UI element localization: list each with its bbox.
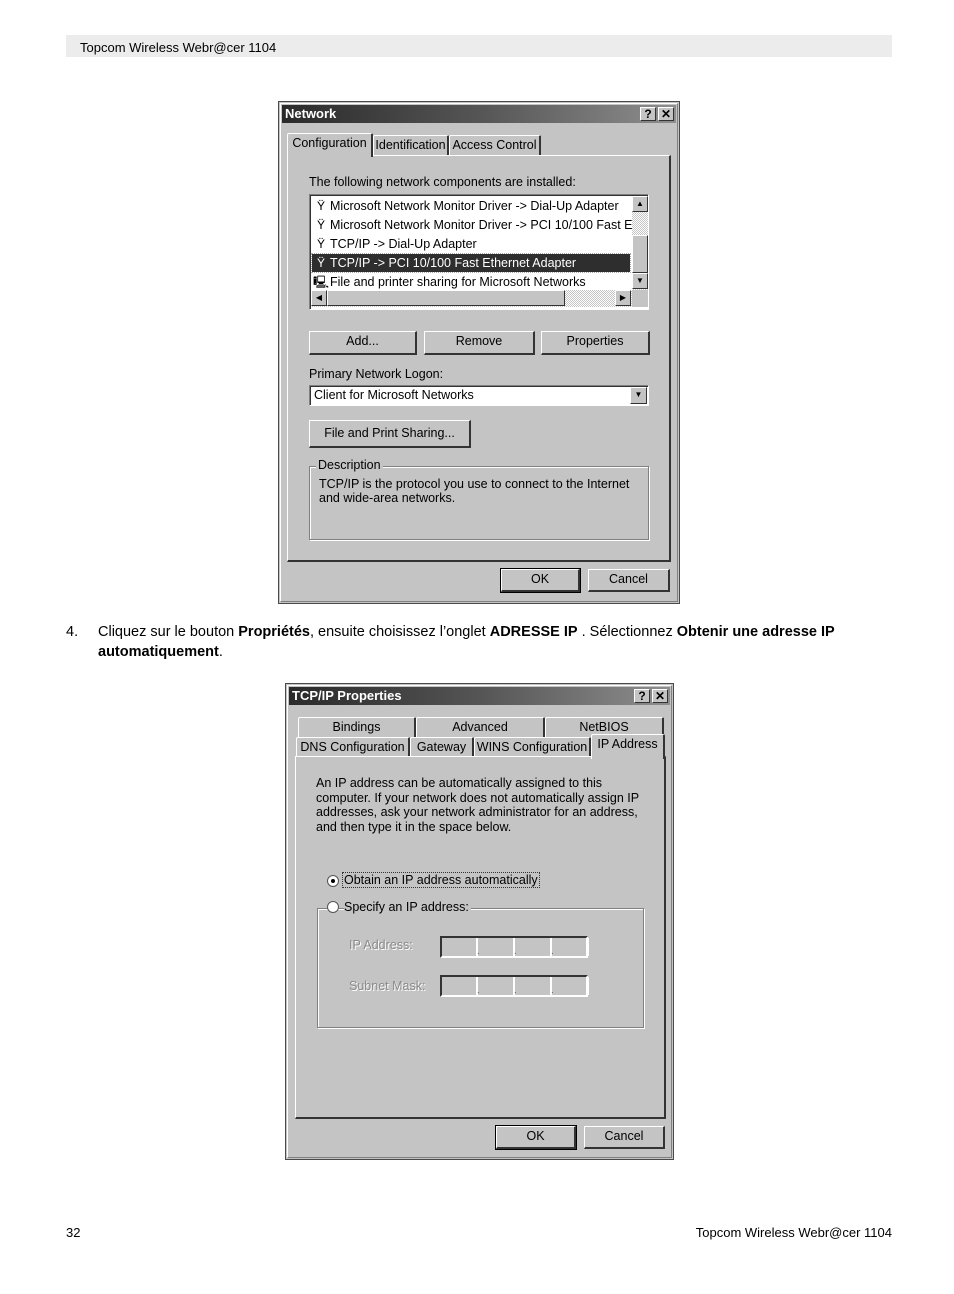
step-text: Cliquez sur le bouton Propriétés, ensuit…	[98, 622, 898, 662]
specify-ip-radio[interactable]	[327, 901, 339, 913]
list-item[interactable]: Ÿ Microsoft Network Monitor Driver -> Dia…	[312, 197, 632, 215]
instruction-text: .	[218, 644, 223, 660]
tab-advanced[interactable]: Advanced	[416, 717, 545, 737]
tcpip-dialog-title: TCP/IP Properties	[292, 688, 402, 703]
primary-logon-label: Primary Network Logon:	[309, 367, 444, 381]
components-label: The following network components are ins…	[309, 175, 576, 189]
close-button[interactable]: ✕	[658, 107, 674, 121]
tab-ip-address[interactable]: IP Address	[591, 734, 665, 759]
specify-ip-group	[317, 908, 644, 1028]
instruction-text: Cliquez sur le bouton	[98, 624, 239, 640]
list-item[interactable]: Ÿ Microsoft Network Monitor Driver -> PCI…	[312, 216, 632, 234]
description-group: Description TCP/IP is the protocol you u…	[309, 458, 649, 540]
tab-identification[interactable]: Identification	[373, 135, 449, 155]
tab-bindings[interactable]: Bindings	[298, 717, 416, 737]
network-protocol-icon: Ÿ	[316, 237, 325, 251]
tab-dns-configuration[interactable]: DNS Configuration	[296, 737, 410, 757]
network-protocol-icon: Ÿ	[316, 199, 325, 213]
specify-ip-label[interactable]: Specify an IP address:	[344, 900, 471, 914]
subnet-mask-label: Subnet Mask:	[349, 979, 426, 993]
emphasis-text: Propriétés	[238, 624, 310, 640]
list-item[interactable]: Ÿ TCP/IP -> PCI 10/100 Fast Ethernet Adap…	[311, 253, 631, 273]
description-text: TCP/IP is the protocol you use to connec…	[319, 477, 630, 505]
description-label: Description	[316, 458, 383, 472]
cancel-button[interactable]: Cancel	[588, 569, 670, 592]
list-item-label: TCP/IP -> PCI 10/100 Fast Ethernet Adapt…	[330, 256, 577, 270]
ip-address-field[interactable]: . . .	[440, 936, 589, 958]
footer-title: Topcom Wireless Webr@cer 1104	[695, 1225, 892, 1240]
list-item[interactable]: 🖳File and printer sharing for Microsoft …	[312, 273, 632, 291]
file-sharing-service-icon: 🖳	[312, 275, 329, 289]
network-protocol-icon: Ÿ	[316, 256, 325, 270]
remove-button[interactable]: Remove	[424, 331, 535, 355]
tab-configuration[interactable]: Configuration	[287, 133, 373, 157]
scroll-left-button[interactable]: ◀	[311, 290, 327, 306]
ok-button[interactable]: OK	[495, 1125, 577, 1150]
page-number: 32	[66, 1225, 81, 1240]
close-button[interactable]: ✕	[652, 689, 668, 703]
primary-logon-value: Client for Microsoft Networks	[314, 388, 474, 402]
page-header-title: Topcom Wireless Webr@cer 1104	[80, 40, 277, 55]
tab-access-control[interactable]: Access Control	[449, 135, 541, 155]
tcpip-dialog-titlebar[interactable]: TCP/IP Properties ? ✕	[289, 687, 670, 705]
ip-info-text: An IP address can be automatically assig…	[316, 776, 639, 834]
scroll-down-button[interactable]: ▼	[632, 273, 648, 289]
properties-button[interactable]: Properties	[541, 331, 650, 355]
list-item-label: TCP/IP -> Dial-Up Adapter	[330, 237, 477, 251]
obtain-ip-label[interactable]: Obtain an IP address automatically	[342, 872, 540, 888]
components-list[interactable]: Ÿ Microsoft Network Monitor Driver -> Dia…	[309, 194, 649, 310]
primary-logon-select[interactable]: Client for Microsoft Networks ▼	[309, 385, 649, 406]
tcpip-properties-dialog: TCP/IP Properties ? ✕ Bindings Advanced …	[285, 683, 674, 1160]
list-item-label: File and printer sharing for Microsoft N…	[330, 275, 586, 289]
vertical-scroll-thumb[interactable]	[632, 235, 648, 273]
ip-address-label: IP Address:	[349, 938, 413, 952]
chevron-down-icon[interactable]: ▼	[630, 387, 647, 404]
tab-wins-configuration[interactable]: WINS Configuration	[474, 737, 591, 757]
page-header: Topcom Wireless Webr@cer 1104	[66, 35, 892, 57]
scroll-right-button[interactable]: ▶	[615, 290, 631, 306]
tab-gateway[interactable]: Gateway	[410, 737, 474, 757]
scroll-up-button[interactable]: ▲	[632, 196, 648, 212]
file-print-sharing-button[interactable]: File and Print Sharing...	[309, 420, 471, 448]
horizontal-scroll-thumb[interactable]	[327, 290, 565, 306]
obtain-ip-radio[interactable]	[327, 875, 339, 887]
emphasis-text: ADRESSE IP	[489, 624, 578, 640]
step-number: 4.	[66, 624, 79, 640]
list-item-label: Microsoft Network Monitor Driver -> Dial…	[330, 199, 619, 213]
instruction-text: . Sélectionnez	[577, 624, 677, 640]
list-item-label: Microsoft Network Monitor Driver -> PCI …	[330, 218, 632, 232]
network-dialog-title: Network	[285, 106, 337, 121]
network-dialog-titlebar[interactable]: Network ? ✕	[282, 105, 676, 123]
subnet-mask-field[interactable]: . . .	[440, 975, 589, 997]
help-button[interactable]: ?	[634, 689, 650, 703]
add-button[interactable]: Add...	[309, 331, 417, 355]
network-dialog: Network ? ✕ Configuration Identification…	[278, 101, 680, 604]
network-protocol-icon: Ÿ	[316, 218, 325, 232]
cancel-button[interactable]: Cancel	[584, 1126, 665, 1149]
list-item[interactable]: Ÿ TCP/IP -> Dial-Up Adapter	[312, 235, 632, 253]
ok-button[interactable]: OK	[500, 568, 581, 593]
instruction-text: , ensuite choisissez l’onglet	[309, 624, 490, 640]
help-button[interactable]: ?	[640, 107, 656, 121]
